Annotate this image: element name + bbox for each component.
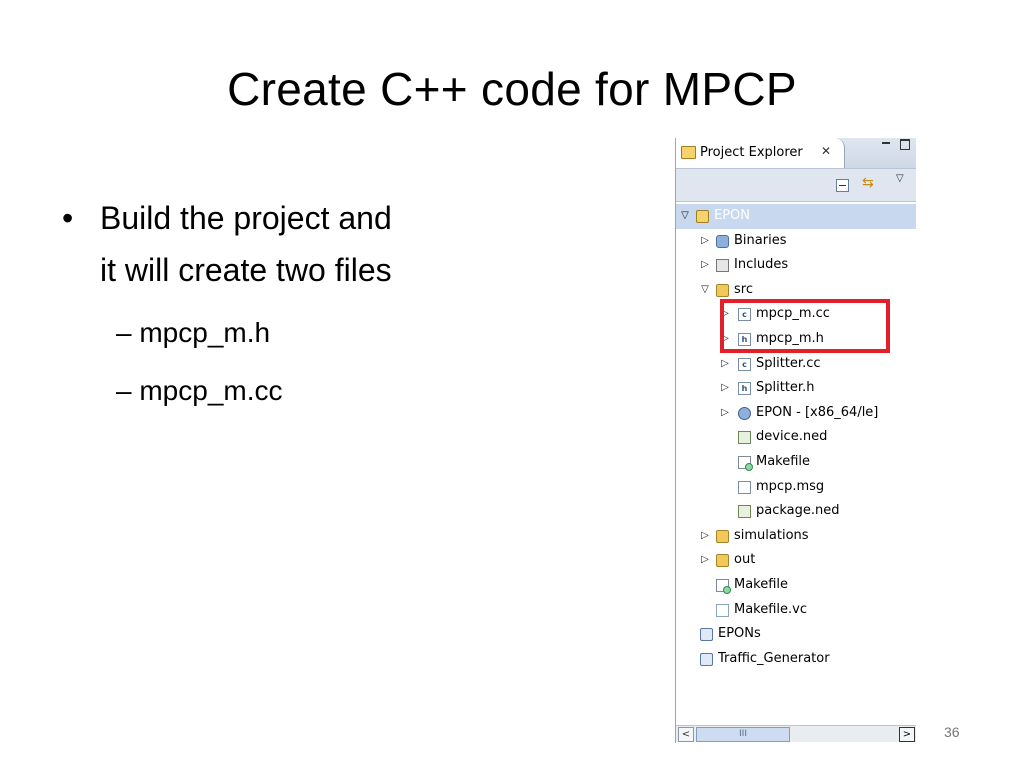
scroll-thumb[interactable]: III — [696, 727, 790, 742]
project-icon — [696, 210, 709, 223]
close-icon[interactable]: ✕ — [821, 144, 831, 158]
tree-item-epon[interactable]: ▽ EPON — [676, 204, 916, 229]
horizontal-scrollbar[interactable]: < III > — [676, 725, 916, 742]
tree-item-label: simulations — [734, 527, 809, 543]
bullet-list: • Build the project and it will create t… — [60, 192, 530, 420]
explorer-tab-bar: Project Explorer ✕ — [676, 138, 916, 168]
tree-item-splitter-cc[interactable]: ▷ c Splitter.cc — [676, 352, 916, 377]
tree-item-label: Includes — [734, 257, 789, 273]
source-folder-icon — [716, 283, 729, 297]
tree-item-label: Makefile.vc — [734, 601, 808, 617]
expanded-arrow-icon[interactable]: ▽ — [700, 278, 710, 303]
slide-title: Create C++ code for MPCP — [227, 63, 797, 115]
sub-bullet-list: – mpcp_m.h – mpcp_m.cc — [116, 304, 530, 420]
project-explorer-icon — [681, 146, 696, 159]
tree-item-label: Binaries — [734, 232, 787, 248]
bullet-line-2: it will create two files — [100, 252, 392, 288]
tree-item-label: Makefile — [756, 453, 811, 469]
h-file-icon: h — [738, 382, 751, 396]
bullet-dot-icon: • — [62, 200, 74, 236]
tree-item-epon-binary[interactable]: ▷ EPON - [x86_64/le] — [676, 401, 916, 426]
highlight-box — [720, 299, 890, 353]
collapsed-arrow-icon[interactable]: ▷ — [700, 524, 710, 549]
file-icon — [716, 603, 729, 617]
view-menu-icon[interactable]: ▽ — [896, 173, 904, 184]
tab-label: Project Explorer — [700, 145, 803, 160]
explorer-toolbar: ⇆ ▽ — [676, 168, 916, 202]
link-with-editor-icon[interactable]: ⇆ — [862, 175, 874, 191]
tree-item-package-ned[interactable]: package.ned — [676, 499, 916, 524]
c-file-icon: c — [738, 357, 751, 371]
tree-item-epons[interactable]: EPONs — [676, 622, 916, 647]
tree-item-traffic-generator[interactable]: Traffic_Generator — [676, 647, 916, 672]
tree-item-label: Makefile — [734, 576, 789, 592]
source-folder-icon — [716, 529, 729, 543]
ned-file-icon — [738, 431, 751, 445]
collapsed-arrow-icon[interactable]: ▷ — [720, 401, 730, 426]
expanded-arrow-icon[interactable]: ▽ — [680, 204, 690, 229]
makefile-icon — [738, 455, 753, 471]
tree-item-makefile[interactable]: Makefile — [676, 450, 916, 475]
collapsed-arrow-icon[interactable]: ▷ — [700, 229, 710, 254]
bullet-line-1: Build the project and — [100, 200, 392, 236]
collapsed-arrow-icon[interactable]: ▷ — [720, 352, 730, 377]
tree-item-binaries[interactable]: ▷ Binaries — [676, 229, 916, 254]
tree-item-mpcp-msg[interactable]: mpcp.msg — [676, 475, 916, 500]
tree-item-label: device.ned — [756, 429, 828, 445]
page-number: 36 — [944, 724, 960, 740]
bullet-item: • Build the project and it will create t… — [60, 192, 530, 296]
scroll-right-button[interactable]: > — [899, 727, 915, 742]
includes-icon — [716, 259, 729, 273]
tree-item-label: out — [734, 552, 756, 568]
tree-item-label: EPON — [714, 208, 751, 223]
sub-bullet-item: – mpcp_m.cc — [116, 375, 283, 406]
project-closed-icon — [700, 652, 713, 666]
tree-item-simulations[interactable]: ▷ simulations — [676, 524, 916, 549]
collapsed-arrow-icon[interactable]: ▷ — [700, 253, 710, 278]
project-closed-icon — [700, 628, 713, 642]
tree-item-label: Splitter.h — [756, 380, 815, 396]
tree-item-label: mpcp.msg — [756, 478, 825, 494]
tab-project-explorer[interactable]: Project Explorer ✕ — [676, 138, 845, 168]
sub-bullet-item: – mpcp_m.h — [116, 317, 271, 348]
tree-item-label: Splitter.cc — [756, 355, 821, 371]
tree-item-makefile-vc[interactable]: Makefile.vc — [676, 598, 916, 623]
folder-icon — [716, 554, 729, 568]
project-tree: ▽ EPON ▷ Binaries ▷ Includes ▽ src ▷ c m… — [676, 204, 916, 671]
minimize-icon[interactable] — [882, 142, 890, 144]
tree-item-label: Traffic_Generator — [718, 650, 830, 666]
makefile-icon — [716, 578, 731, 594]
tree-item-out[interactable]: ▷ out — [676, 548, 916, 573]
tree-item-label: package.ned — [756, 503, 840, 519]
tree-item-makefile-root[interactable]: Makefile — [676, 573, 916, 598]
binary-target-icon — [738, 406, 751, 420]
tree-item-splitter-h[interactable]: ▷ h Splitter.h — [676, 376, 916, 401]
project-explorer-panel: Project Explorer ✕ ⇆ ▽ ▽ EPON ▷ Binaries… — [675, 138, 916, 743]
tree-item-device-ned[interactable]: device.ned — [676, 425, 916, 450]
binaries-icon — [716, 234, 729, 248]
collapsed-arrow-icon[interactable]: ▷ — [700, 548, 710, 573]
tree-item-label: EPONs — [718, 626, 761, 642]
collapse-all-icon[interactable] — [836, 179, 849, 192]
maximize-icon[interactable] — [900, 139, 910, 150]
tree-item-label: EPON - [x86_64/le] — [756, 404, 879, 420]
ned-file-icon — [738, 505, 751, 519]
tree-item-includes[interactable]: ▷ Includes — [676, 253, 916, 278]
msg-file-icon — [738, 480, 751, 494]
scroll-left-button[interactable]: < — [678, 727, 694, 742]
collapsed-arrow-icon[interactable]: ▷ — [720, 376, 730, 401]
